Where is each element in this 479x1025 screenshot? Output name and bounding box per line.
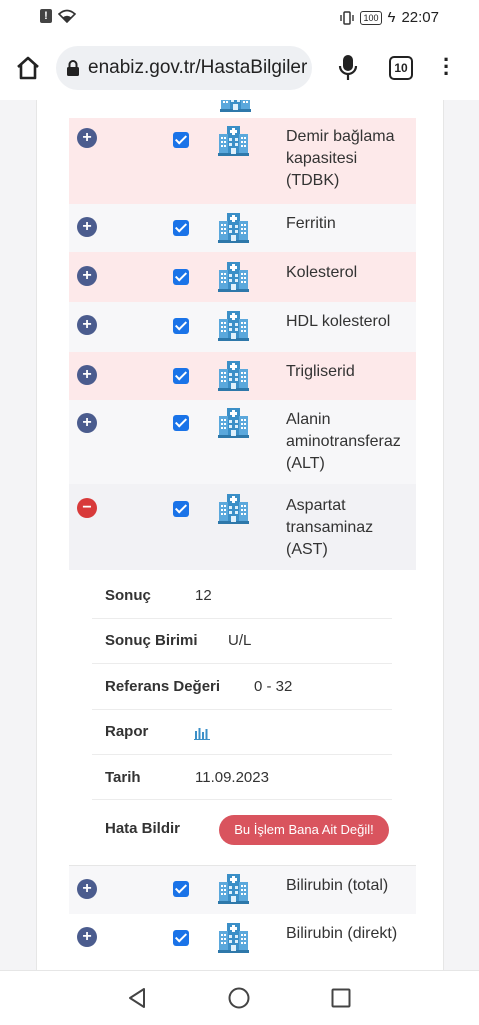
recents-icon[interactable]: [331, 988, 351, 1008]
hospital-icon: [218, 309, 249, 341]
expand-icon[interactable]: +: [77, 365, 97, 385]
more-menu-icon[interactable]: · · ·: [443, 49, 451, 85]
test-row[interactable]: + HDL kolesterol: [69, 302, 416, 352]
address-bar[interactable]: enabiz.gov.tr/HastaBilgiler: [56, 46, 312, 90]
hospital-icon: [218, 124, 249, 156]
test-row[interactable]: + Bilirubin (direkt): [69, 914, 416, 970]
test-name: Demir bağlama kapasitesi (TDBK): [286, 128, 395, 189]
reference-label: Referans Değeri: [105, 678, 221, 695]
row-checkbox[interactable]: [173, 368, 189, 384]
row-checkbox[interactable]: [173, 415, 189, 431]
row-checkbox[interactable]: [173, 881, 189, 897]
test-name: Alanin aminotransferaz (ALT): [286, 411, 401, 472]
unit-value: U/L: [228, 632, 252, 649]
home-icon[interactable]: [14, 54, 42, 82]
date-value: 11.09.2023: [195, 769, 269, 786]
tab-switcher-button[interactable]: 10: [389, 56, 413, 80]
result-label: Sonuç: [105, 587, 151, 604]
back-icon[interactable]: [127, 987, 147, 1009]
hospital-icon: [218, 872, 249, 904]
expand-icon[interactable]: +: [77, 128, 97, 148]
lock-icon: [67, 60, 79, 76]
battery-indicator: 100: [360, 10, 382, 25]
test-row[interactable]: + Trigliserid: [69, 352, 416, 400]
expand-icon[interactable]: +: [77, 879, 97, 899]
page-content: + Demir bağlama kapasitesi (TDBK) + Ferr…: [0, 100, 479, 970]
row-checkbox[interactable]: [173, 132, 189, 148]
expand-icon[interactable]: +: [77, 927, 97, 947]
test-name: HDL kolesterol: [286, 313, 391, 330]
hospital-icon: [218, 492, 249, 524]
browser-toolbar: enabiz.gov.tr/HastaBilgiler 10 · · ·: [0, 36, 479, 101]
divider: [92, 754, 392, 755]
hospital-icon: [218, 921, 249, 953]
hospital-icon: [218, 260, 249, 292]
vibrate-icon: [340, 10, 355, 25]
hospital-icon: [218, 211, 249, 243]
system-nav-bar: [0, 970, 479, 1025]
test-name: Aspartat transaminaz (AST): [286, 497, 374, 558]
date-label: Tarih: [105, 769, 141, 786]
row-checkbox[interactable]: [173, 318, 189, 334]
row-checkbox[interactable]: [173, 930, 189, 946]
wifi-icon: [58, 9, 76, 23]
alert-icon: !: [40, 9, 52, 23]
test-row[interactable]: + Bilirubin (total): [69, 866, 416, 914]
expand-icon[interactable]: +: [77, 315, 97, 335]
status-bar: ! 100 ϟ 22:07: [0, 0, 479, 36]
hospital-icon: [218, 359, 249, 391]
result-value: 12: [195, 587, 212, 604]
url-text: enabiz.gov.tr/HastaBilgiler: [88, 57, 308, 78]
divider: [92, 709, 392, 710]
hospital-icon: [220, 100, 251, 112]
divider: [92, 799, 392, 800]
test-row[interactable]: + Demir bağlama kapasitesi (TDBK): [69, 118, 416, 204]
bar-chart-icon[interactable]: [194, 726, 210, 740]
test-name: Trigliserid: [286, 363, 355, 380]
expand-icon[interactable]: +: [77, 217, 97, 237]
expand-icon[interactable]: +: [77, 266, 97, 286]
row-checkbox[interactable]: [173, 269, 189, 285]
hospital-icon: [218, 406, 249, 438]
test-row-expanded[interactable]: − Aspartat transaminaz (AST): [69, 484, 416, 570]
test-name: Ferritin: [286, 215, 336, 232]
test-row[interactable]: + Alanin aminotransferaz (ALT): [69, 400, 416, 484]
charging-icon: ϟ: [387, 9, 396, 26]
test-name: Bilirubin (direkt): [286, 925, 398, 942]
report-error-label: Hata Bildir: [105, 820, 181, 837]
clock: 22:07: [401, 9, 439, 26]
unit-label: Sonuç Birimi: [105, 632, 198, 649]
test-name: Bilirubin (total): [286, 877, 389, 894]
microphone-icon[interactable]: [337, 54, 359, 82]
divider: [92, 618, 392, 619]
test-row[interactable]: + Kolesterol: [69, 252, 416, 302]
divider: [92, 663, 392, 664]
not-my-record-button[interactable]: Bu İşlem Bana Ait Değil!: [219, 815, 389, 845]
test-row[interactable]: + Ferritin: [69, 204, 416, 252]
row-checkbox[interactable]: [173, 220, 189, 236]
reference-value: 0 - 32: [254, 678, 293, 695]
report-label: Rapor: [105, 723, 149, 740]
row-checkbox[interactable]: [173, 501, 189, 517]
expand-icon[interactable]: +: [77, 413, 97, 433]
collapse-icon[interactable]: −: [77, 498, 97, 518]
test-name: Kolesterol: [286, 264, 358, 281]
home-nav-icon[interactable]: [228, 987, 250, 1009]
